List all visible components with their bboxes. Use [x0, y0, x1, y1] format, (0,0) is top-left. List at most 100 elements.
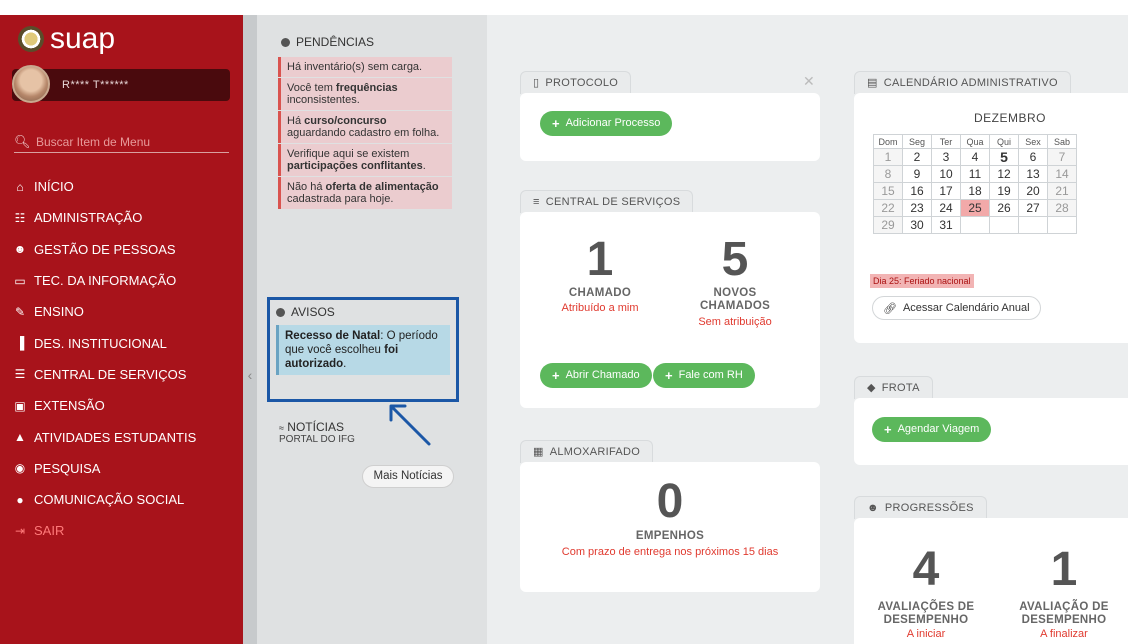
calendar-day[interactable]: 17: [931, 182, 961, 200]
novos-chamados-label: NOVOS CHAMADOS: [699, 287, 771, 312]
pendencia-item[interactable]: Verifique aqui se existem participações …: [278, 144, 452, 176]
menu-item-administracao[interactable]: ☷ ADMINISTRAÇÃO: [13, 202, 238, 233]
menu-item-pesquisa[interactable]: ◉ PESQUISA: [13, 453, 238, 484]
calendar-day-empty: [1018, 216, 1048, 234]
avaliacoes-iniciar-sub[interactable]: A iniciar: [866, 628, 986, 640]
calendar-grid: Dom Seg Ter Qua Qui Sex Sab 1 2 3 4 5 6 …: [873, 134, 1077, 234]
calendar-day[interactable]: 18: [960, 182, 990, 200]
calendar-day[interactable]: 14: [1047, 165, 1077, 183]
calendar-day-holiday[interactable]: 25: [960, 199, 990, 217]
calendar-day[interactable]: 3: [931, 148, 961, 166]
calendar-day[interactable]: 8: [873, 165, 903, 183]
pendencia-item[interactable]: Há curso/concurso aguardando cadastro em…: [278, 111, 452, 143]
agendar-viagem-button[interactable]: + Agendar Viagem: [872, 417, 992, 442]
menu-search: 🔍︎: [14, 131, 229, 153]
rss-icon: ≈: [279, 423, 284, 433]
sidebar-collapse-toggle[interactable]: ‹: [243, 15, 257, 644]
side-panel: PENDÊNCIAS Há inventário(s) sem carga. V…: [257, 15, 487, 644]
avisos-highlight-box: AVISOS Recesso de Natal: O período que v…: [267, 297, 459, 402]
pendencia-item[interactable]: Você tem frequências inconsistentes.: [278, 78, 452, 110]
user-bar[interactable]: R**** T******: [12, 65, 230, 103]
calendar-day[interactable]: 6: [1018, 148, 1048, 166]
menu-search-input[interactable]: [36, 134, 216, 149]
aviso-item[interactable]: Recesso de Natal: O período que você esc…: [276, 325, 450, 375]
menu-item-des-institucional[interactable]: ▐ DES. INSTITUCIONAL: [13, 327, 238, 358]
plus-icon: +: [552, 116, 560, 131]
close-icon[interactable]: ✕: [803, 73, 815, 90]
more-news-button[interactable]: Mais Notícias: [362, 465, 454, 488]
menu-item-comunicacao-social[interactable]: ● COMUNICAÇÃO SOCIAL: [13, 484, 238, 515]
empenhos-sub[interactable]: Com prazo de entrega nos próximos 15 dia…: [530, 546, 810, 558]
calendar-day[interactable]: 7: [1047, 148, 1077, 166]
calendar-month: DEZEMBRO: [974, 111, 1047, 125]
calendar-day[interactable]: 1: [873, 148, 903, 166]
add-process-button[interactable]: + Adicionar Processo: [540, 111, 673, 136]
calendar-day[interactable]: 29: [873, 216, 903, 234]
fale-com-rh-button[interactable]: + Fale com RH: [653, 363, 755, 388]
chamado-count[interactable]: 1: [550, 232, 650, 287]
calendar-day[interactable]: 28: [1047, 199, 1077, 217]
suap-logo[interactable]: suap: [18, 22, 115, 56]
menu-item-inicio[interactable]: ⌂ INÍCIO: [13, 171, 238, 202]
avaliacao-finalizar-count[interactable]: 1: [1014, 542, 1114, 597]
institution-seal-icon: [18, 26, 44, 52]
progressoes-panel: 4 AVALIAÇÕES DE DESEMPENHO A iniciar 1 AV…: [854, 518, 1128, 644]
bar-chart-icon: ▐: [15, 336, 25, 351]
info-icon: [281, 37, 290, 47]
calendar-day[interactable]: 13: [1018, 165, 1048, 183]
avaliacoes-iniciar-label: AVALIAÇÕES DE DESEMPENHO: [877, 601, 975, 626]
almoxarifado-panel: 0 EMPENHOS Com prazo de entrega nos próx…: [520, 462, 820, 592]
menu-item-central-de-servicos[interactable]: ☰ CENTRAL DE SERVIÇOS: [13, 359, 238, 390]
calendar-day[interactable]: 31: [931, 216, 961, 234]
menu-item-tec-informacao[interactable]: ▭ TEC. DA INFORMAÇÃO: [13, 265, 238, 296]
calendar-day[interactable]: 11: [960, 165, 990, 183]
calendar-day[interactable]: 27: [1018, 199, 1048, 217]
menu-item-sair[interactable]: ⇥ SAIR: [13, 515, 238, 546]
tab-protocolo: ▯ PROTOCOLO: [520, 71, 632, 94]
main-menu: ⌂ INÍCIO ☷ ADMINISTRAÇÃO ☻ GESTÃO DE PESSOA…: [13, 171, 238, 547]
noticias-section: ≈ NOTÍCIAS PORTAL DO IFG: [279, 420, 355, 445]
calendar-week: 8 9 10 11 12 13 14: [873, 165, 1077, 183]
avaliacao-finalizar-sub[interactable]: A finalizar: [1004, 628, 1124, 640]
calendar-day-today[interactable]: 5: [989, 148, 1019, 166]
novos-chamados-count[interactable]: 5: [685, 232, 785, 287]
empenhos-count[interactable]: 0: [620, 474, 720, 529]
calendar-day[interactable]: 4: [960, 148, 990, 166]
list-icon: ≡: [533, 196, 540, 208]
menu-item-ensino[interactable]: ✎ ENSINO: [13, 296, 238, 327]
user-name: R**** T******: [62, 79, 129, 91]
avatar[interactable]: [12, 65, 50, 103]
people-icon: ☻: [13, 242, 27, 257]
calendar-day[interactable]: 16: [902, 182, 932, 200]
chamado-sub[interactable]: Atribuído a mim: [540, 302, 660, 314]
calendar-day[interactable]: 20: [1018, 182, 1048, 200]
home-icon: ⌂: [16, 179, 24, 194]
briefcase-icon: ▣: [14, 398, 26, 413]
abrir-chamado-button[interactable]: + Abrir Chamado: [540, 363, 652, 388]
avaliacoes-iniciar-count[interactable]: 4: [876, 542, 976, 597]
annual-calendar-button[interactable]: 🔗︎ Acessar Calendário Anual: [872, 296, 1041, 320]
noticias-title: ≈ NOTÍCIAS: [279, 420, 344, 434]
calendar-day[interactable]: 23: [902, 199, 932, 217]
novos-chamados-sub[interactable]: Sem atribuição: [675, 316, 795, 328]
chamado-label: CHAMADO: [568, 287, 632, 299]
calendar-day[interactable]: 24: [931, 199, 961, 217]
calendar-day[interactable]: 26: [989, 199, 1019, 217]
calendar-day[interactable]: 9: [902, 165, 932, 183]
calendar-day[interactable]: 2: [902, 148, 932, 166]
calendar-day[interactable]: 19: [989, 182, 1019, 200]
protocolo-panel: + Adicionar Processo: [520, 93, 820, 161]
calendar-day[interactable]: 21: [1047, 182, 1077, 200]
calendar-day[interactable]: 15: [873, 182, 903, 200]
menu-item-extensao[interactable]: ▣ EXTENSÃO: [13, 390, 238, 421]
menu-item-atividades-estudantis[interactable]: ▲ ATIVIDADES ESTUDANTIS: [13, 421, 238, 452]
document-icon: ▯: [533, 77, 540, 89]
calendar-day[interactable]: 10: [931, 165, 961, 183]
calendar-day[interactable]: 30: [902, 216, 932, 234]
calendar-day[interactable]: 12: [989, 165, 1019, 183]
calendar-day-empty: [989, 216, 1019, 234]
pendencia-item[interactable]: Há inventário(s) sem carga.: [278, 57, 452, 77]
pendencia-item[interactable]: Não há oferta de alimentação cadastrada …: [278, 177, 452, 209]
calendar-day[interactable]: 22: [873, 199, 903, 217]
menu-item-gestao-de-pessoas[interactable]: ☻ GESTÃO DE PESSOAS: [13, 234, 238, 265]
